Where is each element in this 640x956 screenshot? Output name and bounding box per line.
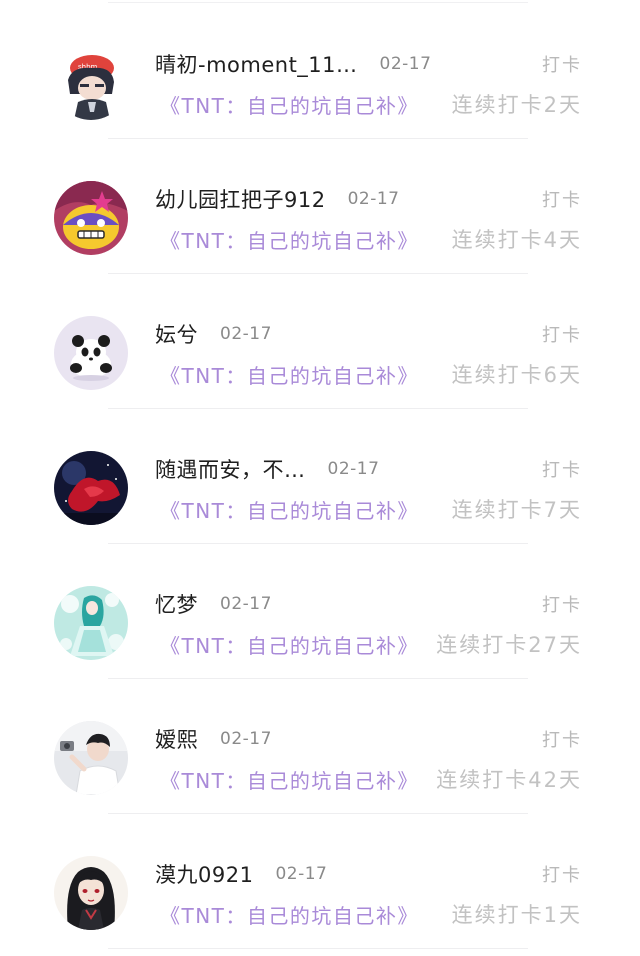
streak-count: 连续打卡2天	[451, 93, 582, 117]
streak-count: 连续打卡27天	[436, 633, 582, 657]
user-name[interactable]: 晴初-moment_11…	[155, 49, 358, 79]
user-name[interactable]: 随遇而安，不…	[155, 454, 306, 484]
boy-photo-icon	[54, 721, 128, 795]
avatar[interactable]	[54, 721, 128, 795]
list-item[interactable]: shbm 晴初-moment_11… 02-17 打卡 《TNT：自己的坑自己补…	[0, 0, 640, 139]
anime-boy-red-cap-icon: shbm	[54, 46, 128, 120]
checkin-label: 打卡	[542, 55, 582, 76]
checkin-label: 打卡	[542, 190, 582, 211]
streak-count: 连续打卡4天	[451, 228, 582, 252]
avatar[interactable]	[54, 856, 128, 930]
dark-hair-anime-icon	[54, 856, 128, 930]
checkin-label: 打卡	[542, 865, 582, 886]
list-item[interactable]: 妘兮 02-17 打卡 《TNT：自己的坑自己补》 连续打卡6天	[0, 270, 640, 409]
avatar[interactable]	[54, 181, 128, 255]
row-divider	[108, 948, 528, 949]
streak-count: 连续打卡42天	[436, 768, 582, 792]
user-name[interactable]: 漠九0921	[155, 859, 253, 889]
teal-dress-girl-icon	[54, 586, 128, 660]
book-title-link[interactable]: 《TNT：自己的坑自己补》	[160, 765, 419, 794]
checkin-label: 打卡	[542, 460, 582, 481]
book-title-link[interactable]: 《TNT：自己的坑自己补》	[160, 630, 419, 659]
checkin-date: 02-17	[275, 864, 328, 884]
user-name[interactable]: 嫒熙	[155, 724, 198, 754]
book-title-link[interactable]: 《TNT：自己的坑自己补》	[160, 360, 419, 389]
avatar[interactable]: shbm	[54, 46, 128, 120]
list-item[interactable]: 漠九0921 02-17 打卡 《TNT：自己的坑自己补》 连续打卡1天	[0, 810, 640, 949]
avatar[interactable]	[54, 316, 128, 390]
user-name[interactable]: 妘兮	[155, 319, 198, 349]
checkin-date: 02-17	[379, 54, 432, 74]
book-title-link[interactable]: 《TNT：自己的坑自己补》	[160, 90, 419, 119]
streak-count: 连续打卡6天	[451, 363, 582, 387]
checkin-date: 02-17	[220, 594, 272, 614]
checkin-date: 02-17	[347, 189, 400, 209]
list-item[interactable]: 嫒熙 02-17 打卡 《TNT：自己的坑自己补》 连续打卡42天	[0, 675, 640, 814]
checkin-label: 打卡	[542, 730, 582, 751]
red-moon-night-icon	[54, 451, 128, 525]
streak-count: 连续打卡7天	[451, 498, 582, 522]
checkin-label: 打卡	[542, 595, 582, 616]
user-name[interactable]: 忆梦	[155, 589, 198, 619]
streak-count: 连续打卡1天	[451, 903, 582, 927]
checkin-label: 打卡	[542, 325, 582, 346]
book-title-link[interactable]: 《TNT：自己的坑自己补》	[160, 225, 419, 254]
checkin-date: 02-17	[220, 324, 272, 344]
avatar[interactable]	[54, 451, 128, 525]
list-item[interactable]: 随遇而安，不… 02-17 打卡 《TNT：自己的坑自己补》 连续打卡7天	[0, 405, 640, 544]
checkin-date: 02-17	[327, 459, 380, 479]
avatar[interactable]	[54, 586, 128, 660]
book-title-link[interactable]: 《TNT：自己的坑自己补》	[160, 495, 419, 524]
panda-icon	[54, 316, 128, 390]
book-title-link[interactable]: 《TNT：自己的坑自己补》	[160, 900, 419, 929]
list-item[interactable]: 忆梦 02-17 打卡 《TNT：自己的坑自己补》 连续打卡27天	[0, 540, 640, 679]
list-item[interactable]: 幼儿园扛把子912 02-17 打卡 《TNT：自己的坑自己补》 连续打卡4天	[0, 135, 640, 274]
checkin-date: 02-17	[220, 729, 272, 749]
user-name[interactable]: 幼儿园扛把子912	[155, 184, 326, 214]
cartoon-yellow-face-icon	[54, 181, 128, 255]
